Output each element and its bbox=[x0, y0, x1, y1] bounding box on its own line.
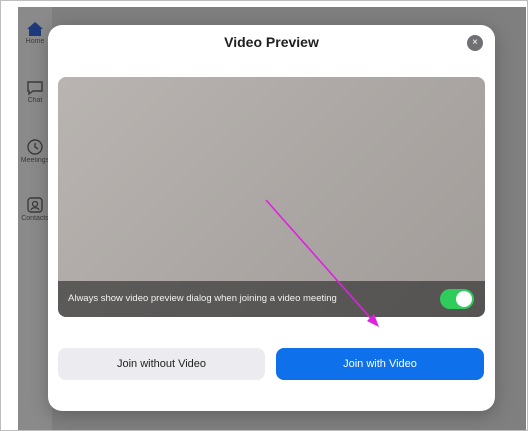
chat-icon bbox=[27, 81, 43, 96]
toggle-knob bbox=[456, 291, 472, 307]
sidebar: Home Chat Meetings Contacts bbox=[18, 7, 52, 430]
close-button[interactable]: × bbox=[467, 35, 483, 51]
sidebar-item-meetings[interactable]: Meetings bbox=[18, 138, 52, 164]
always-show-preview-label: Always show video preview dialog when jo… bbox=[68, 293, 337, 304]
contacts-icon bbox=[27, 197, 43, 213]
sidebar-item-label: Meetings bbox=[20, 157, 50, 164]
sidebar-item-home[interactable]: Home bbox=[18, 21, 52, 45]
close-icon: × bbox=[472, 37, 478, 48]
screenshot-frame: Home Chat Meetings Contacts Video Previe… bbox=[0, 0, 528, 431]
preview-option-bar: Always show video preview dialog when jo… bbox=[58, 281, 485, 317]
join-with-video-button[interactable]: Join with Video bbox=[276, 348, 484, 380]
sidebar-item-label: Home bbox=[25, 38, 45, 45]
sidebar-item-chat[interactable]: Chat bbox=[18, 80, 52, 104]
join-without-video-button[interactable]: Join without Video bbox=[58, 348, 265, 380]
dialog-title: Video Preview bbox=[224, 34, 319, 50]
always-show-preview-toggle[interactable] bbox=[440, 289, 474, 309]
video-preview-dialog: Video Preview × Always show video previe… bbox=[48, 25, 495, 411]
sidebar-item-contacts[interactable]: Contacts bbox=[18, 196, 52, 222]
sidebar-item-label: Chat bbox=[27, 97, 43, 104]
home-icon bbox=[27, 22, 43, 36]
sidebar-item-label: Contacts bbox=[21, 215, 49, 222]
clock-icon bbox=[27, 139, 43, 155]
video-preview: Always show video preview dialog when jo… bbox=[58, 77, 485, 317]
